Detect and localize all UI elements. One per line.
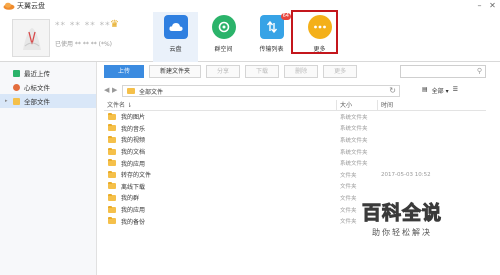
- table-row[interactable]: 离线下载 文件夹: [104, 181, 486, 193]
- file-name: 我的文档: [121, 149, 146, 157]
- file-size: 文件夹: [340, 184, 357, 191]
- folder-icon: [108, 159, 116, 167]
- header-time[interactable]: 时间: [378, 100, 486, 110]
- file-name: 转存的文件: [121, 172, 152, 180]
- file-size: 系统文件夹: [340, 126, 368, 133]
- expand-arrow-icon[interactable]: ▸: [5, 98, 8, 104]
- avatar-image: [13, 20, 49, 56]
- nav-label: 云盘: [169, 46, 182, 53]
- file-size: 系统文件夹: [340, 161, 368, 168]
- file-name: 我的视频: [121, 137, 146, 145]
- header-size[interactable]: 大小: [337, 100, 378, 110]
- folder-icon: [108, 112, 116, 120]
- folder-icon: [108, 147, 116, 155]
- minimize-button[interactable]: –: [475, 1, 484, 11]
- view-mode-icon[interactable]: ▤: [422, 86, 428, 95]
- file-time: 2017-05-03 10:52: [381, 171, 431, 178]
- title-bar: 天翼云盘 – ✕: [0, 0, 500, 12]
- table-row[interactable]: 我的图片 系统文件夹: [104, 111, 486, 123]
- sidebar-item-all-files[interactable]: ▸ 全部文件: [0, 94, 96, 108]
- folder-icon: [13, 97, 20, 105]
- file-size: 文件夹: [340, 172, 357, 179]
- new-folder-button[interactable]: 新建文件夹: [149, 65, 202, 78]
- table-row[interactable]: 我的应用 系统文件夹: [104, 157, 486, 169]
- sidebar-item-label: 心标文件: [24, 84, 50, 92]
- view-controls: ▤ 全部 ▾ ☰: [422, 86, 458, 95]
- header-filename[interactable]: 文件名 ⇂: [104, 100, 337, 110]
- window-controls: – ✕: [475, 0, 497, 12]
- sidebar: 最近上传 心标文件 ▸ 全部文件: [0, 62, 97, 275]
- heart-icon: [13, 83, 20, 91]
- recent-upload-icon: [13, 69, 20, 77]
- download-button[interactable]: 下载: [245, 65, 280, 78]
- nav-transfer-list[interactable]: 64 传输列表: [249, 12, 294, 62]
- sidebar-item-label: 最近上传: [24, 70, 50, 78]
- file-name: 我的应用: [121, 207, 146, 215]
- table-row[interactable]: 我的文档 系统文件夹: [104, 146, 486, 158]
- file-name: 我的群: [121, 195, 140, 203]
- sidebar-item-recent-upload[interactable]: 最近上传: [0, 66, 96, 80]
- folder-icon: [108, 170, 116, 178]
- vip-crown-icon: ♛: [110, 19, 119, 30]
- refresh-icon[interactable]: ↻: [389, 86, 396, 95]
- share-button[interactable]: 分享: [206, 65, 241, 78]
- group-space-icon: [211, 15, 236, 39]
- folder-icon: [127, 88, 135, 94]
- nav-label: 群空间: [214, 46, 233, 53]
- highlight-box: [291, 10, 338, 54]
- folder-icon: [108, 182, 116, 190]
- file-name: 我的音乐: [121, 125, 146, 133]
- search-input[interactable]: ⚲: [400, 65, 486, 78]
- transfer-icon: [259, 15, 284, 39]
- address-bar: ◀ ▶ 全部文件 ↻ ▤ 全部 ▾ ☰: [104, 85, 486, 97]
- watermark-subtitle: 助你轻松解决: [372, 228, 432, 237]
- watermark-title: 百科全说: [362, 202, 443, 225]
- folder-icon: [108, 205, 116, 213]
- user-name: ** ** ** **: [55, 21, 111, 31]
- close-button[interactable]: ✕: [488, 1, 497, 11]
- sidebar-item-favorites[interactable]: 心标文件: [0, 80, 96, 94]
- back-arrow-icon[interactable]: ◀: [104, 86, 109, 94]
- file-name: 我的图片: [121, 114, 146, 122]
- nav-cloud-disk[interactable]: 云盘: [153, 12, 198, 62]
- delete-button[interactable]: 删除: [284, 65, 319, 78]
- table-row[interactable]: 我的视频 系统文件夹: [104, 134, 486, 146]
- table-header: 文件名 ⇂ 大小 时间: [104, 100, 486, 111]
- list-view-icon[interactable]: ☰: [453, 86, 458, 95]
- file-name: 我的应用: [121, 160, 146, 168]
- table-row[interactable]: 我的音乐 系统文件夹: [104, 123, 486, 135]
- more-button[interactable]: 更多: [323, 65, 358, 78]
- search-icon[interactable]: ⚲: [477, 67, 482, 75]
- sidebar-item-label: 全部文件: [24, 98, 50, 106]
- toolbar: 上传 新建文件夹 分享 下载 删除 更多: [104, 65, 358, 78]
- cloud-disk-icon: [163, 15, 188, 39]
- file-size: 系统文件夹: [340, 114, 368, 121]
- nav-group-space[interactable]: 群空间: [201, 12, 246, 62]
- app-title: 天翼云盘: [17, 2, 45, 10]
- folder-icon: [108, 217, 116, 225]
- path-box[interactable]: 全部文件 ↻: [122, 85, 400, 97]
- nav-label: 传输列表: [259, 46, 284, 53]
- storage-quota: 已使用 ** ** ** (*%): [55, 41, 113, 48]
- header: ** ** ** ** ♛ 已使用 ** ** ** (*%) 云盘 群空间 6…: [0, 12, 500, 62]
- folder-icon: [108, 135, 116, 143]
- current-path: 全部文件: [139, 89, 164, 96]
- file-size: 系统文件夹: [340, 149, 368, 156]
- file-size: 系统文件夹: [340, 137, 368, 144]
- file-name: 我的备份: [121, 218, 146, 226]
- upload-button[interactable]: 上传: [104, 65, 145, 78]
- table-row[interactable]: 转存的文件 文件夹 2017-05-03 10:52: [104, 169, 486, 181]
- avatar[interactable]: [12, 19, 50, 57]
- forward-arrow-icon[interactable]: ▶: [112, 86, 117, 94]
- folder-icon: [108, 193, 116, 201]
- cloud-logo-icon: [3, 2, 15, 10]
- folder-icon: [108, 124, 116, 132]
- filter-dropdown[interactable]: 全部 ▾: [432, 86, 449, 95]
- transfer-count-badge: 64: [280, 13, 291, 20]
- watermark: 百科全说 助你轻松解决: [362, 198, 470, 246]
- file-name: 离线下载: [121, 183, 146, 191]
